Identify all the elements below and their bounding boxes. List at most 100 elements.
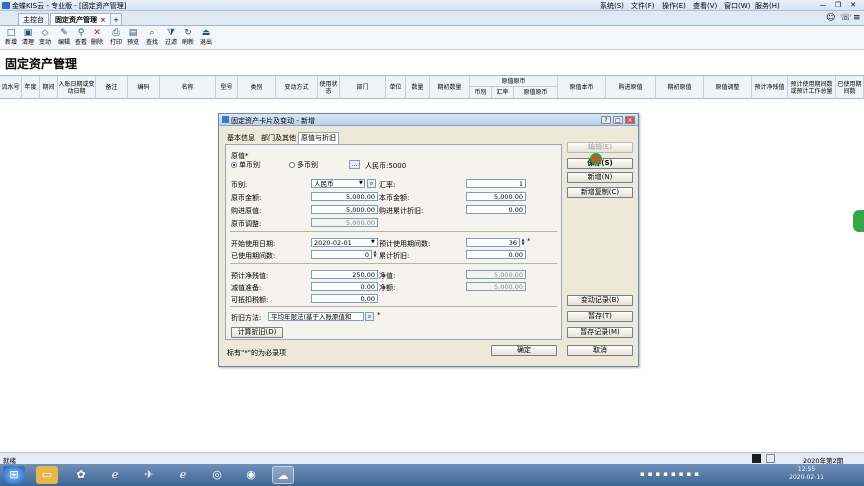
tab-fixed-assets[interactable]: 固定资产管理 × (50, 13, 111, 25)
smile-icon[interactable]: ☺ (826, 13, 835, 23)
media-icon[interactable]: ◎ (206, 466, 228, 484)
copy-new-button[interactable]: 新增复制(C) (567, 187, 633, 198)
depr-method-select[interactable]: 平均年限法(基于入账原值和 (268, 312, 364, 321)
hold-record-button[interactable]: 暂存记录(M) (567, 327, 633, 338)
col-entry-date[interactable]: 入账日期或变动日期 (58, 76, 96, 99)
toolbar-exit-button[interactable]: ⏏ 退出 (198, 27, 214, 49)
col-original-value-group[interactable]: 原值原币 (470, 76, 558, 87)
acc-depr-field[interactable]: 0.00 (466, 250, 526, 259)
toolbar-preview-button[interactable]: ▤ 预览 (125, 27, 141, 49)
col-use-status[interactable]: 使用状态 (318, 76, 340, 99)
toolbar-find-button[interactable]: ⌕ 查找 (144, 27, 160, 49)
value-adjust-field: 5,000.00 (311, 218, 378, 227)
menu-window[interactable]: 窗口(W) (724, 1, 750, 11)
local-amount-field[interactable]: 5,000.00 (466, 192, 526, 201)
col-value-adjust[interactable]: 原值调整 (704, 76, 752, 99)
radio-dot-icon (289, 162, 295, 168)
spinner-icon[interactable]: ▲ ▼ (372, 250, 378, 259)
depr-method-lookup-icon[interactable]: ⌕ (365, 312, 374, 321)
single-currency-radio[interactable]: 单币别 (231, 160, 260, 170)
col-original-amount[interactable]: 原值原币 (514, 87, 558, 98)
toolbar-refresh-button[interactable]: ↻ 刷新 (180, 27, 196, 49)
col-change-method[interactable]: 变动方式 (276, 76, 318, 99)
toolbar-delete-button[interactable]: ✕ 删除 (89, 27, 105, 49)
restore-icon[interactable]: ❐ (833, 1, 843, 9)
menu-icon[interactable]: ≡ (853, 13, 861, 23)
tab-console[interactable]: 主控台 (18, 13, 49, 25)
impairment-field[interactable]: 0.00 (311, 282, 378, 291)
col-name[interactable]: 名称 (160, 76, 216, 99)
col-period[interactable]: 期间 (40, 76, 58, 99)
edit-icon: ✎ (60, 28, 68, 38)
start-button-icon[interactable]: ⊞ (3, 466, 25, 484)
salvage-field[interactable]: 250.00 (311, 270, 378, 279)
col-purchase-value[interactable]: 购进原值 (606, 76, 656, 99)
feather-icon[interactable]: ✈ (138, 466, 160, 484)
purchase-acc-depr-field[interactable]: 0.00 (466, 205, 526, 214)
tab-basic-info[interactable]: 基本信息 (225, 133, 257, 144)
tray-icons[interactable]: ▪▪▪▪▪▪▪▪ (640, 470, 740, 480)
calculate-depreciation-button[interactable]: 计算折旧(D) (231, 327, 283, 338)
orig-amount-field[interactable]: 5,000.00 (311, 192, 378, 201)
service-icon[interactable]: ☏ (840, 13, 851, 23)
menu-file[interactable]: 文件(F) (631, 1, 655, 11)
col-category[interactable]: 类别 (238, 76, 276, 99)
dialog-icon (222, 116, 229, 123)
col-initial-quantity[interactable]: 期初数量 (430, 76, 470, 99)
toolbar-change-button[interactable]: ◇ 变动 (37, 27, 53, 49)
col-code[interactable]: 编码 (128, 76, 160, 99)
status-bar: 就绪 2020年第2期 (0, 452, 864, 465)
col-serial[interactable]: 流水号 (0, 76, 22, 99)
col-salvage[interactable]: 预计净残值 (752, 76, 788, 99)
chrome-icon[interactable]: ◉ (240, 466, 262, 484)
explorer-icon[interactable]: ▭ (36, 466, 58, 484)
close-icon[interactable]: ✕ (848, 1, 858, 9)
menu-system[interactable]: 系统(S) (600, 1, 624, 11)
menu-view[interactable]: 查看(V) (693, 1, 717, 11)
tab-department-other[interactable]: 部门及其他 (259, 133, 298, 144)
used-periods-field[interactable]: 0 (311, 250, 372, 259)
dialog-help-icon[interactable]: ? (601, 116, 611, 124)
tab-close-icon[interactable]: × (100, 16, 106, 24)
spinner-icon[interactable]: ▲ ▼ (520, 238, 526, 247)
currency-select[interactable]: 人民币 (311, 179, 365, 188)
col-model[interactable]: 型号 (216, 76, 238, 99)
new-button[interactable]: 新增(N) (567, 172, 633, 183)
multi-currency-radio[interactable]: 多币别 (289, 160, 318, 170)
col-unit[interactable]: 单位 (386, 76, 406, 99)
col-quantity[interactable]: 数量 (406, 76, 430, 99)
side-float-icon[interactable] (853, 210, 864, 232)
col-remark[interactable]: 备注 (96, 76, 128, 99)
expected-periods-field[interactable]: 36 (466, 238, 520, 247)
currency-detail-button[interactable]: … (349, 160, 360, 169)
purchase-value-field[interactable]: 5,000.00 (311, 205, 378, 214)
menu-operate[interactable]: 操作(E) (662, 1, 686, 11)
minimize-icon[interactable]: — (818, 1, 828, 9)
change-record-button[interactable]: 变动记录(B) (567, 295, 633, 306)
cancel-button[interactable]: 取消 (567, 345, 633, 356)
col-initial-value[interactable]: 期初原值 (656, 76, 704, 99)
dialog-maximize-icon[interactable]: □ (613, 116, 623, 124)
exchange-rate-field[interactable]: 1 (466, 179, 526, 188)
ok-button[interactable]: 确定 (491, 345, 557, 356)
col-currency[interactable]: 币别 (470, 87, 492, 98)
edge-icon[interactable]: ℯ (172, 466, 194, 484)
col-expected-periods[interactable]: 预计使用期间数或预计工作总量 (788, 76, 836, 99)
dialog-close-icon[interactable]: ✕ (625, 116, 635, 124)
clock[interactable]: 12:55 2020-02-11 (789, 466, 824, 482)
hold-button[interactable]: 暂存(T) (567, 311, 633, 322)
col-department[interactable]: 部门 (340, 76, 386, 99)
start-date-picker[interactable]: 2020-02-01 (311, 238, 378, 247)
menu-service[interactable]: 服务(H) (755, 1, 780, 11)
col-local-value[interactable]: 原值本币 (558, 76, 606, 99)
kingdee-icon[interactable]: ✿ (70, 466, 92, 484)
col-year[interactable]: 年度 (22, 76, 40, 99)
edit-button[interactable]: 编辑(E) (567, 142, 633, 153)
deductible-tax-field[interactable]: 0.00 (311, 294, 378, 303)
kis-app-icon[interactable]: ☁ (272, 466, 294, 484)
ie-icon[interactable]: ℯ (104, 466, 126, 484)
currency-lookup-icon[interactable]: ⌕ (367, 179, 376, 188)
col-rate[interactable]: 汇率 (492, 87, 514, 98)
new-tab-icon[interactable]: + (110, 13, 122, 25)
col-used-periods[interactable]: 已使用期间数 (836, 76, 864, 99)
